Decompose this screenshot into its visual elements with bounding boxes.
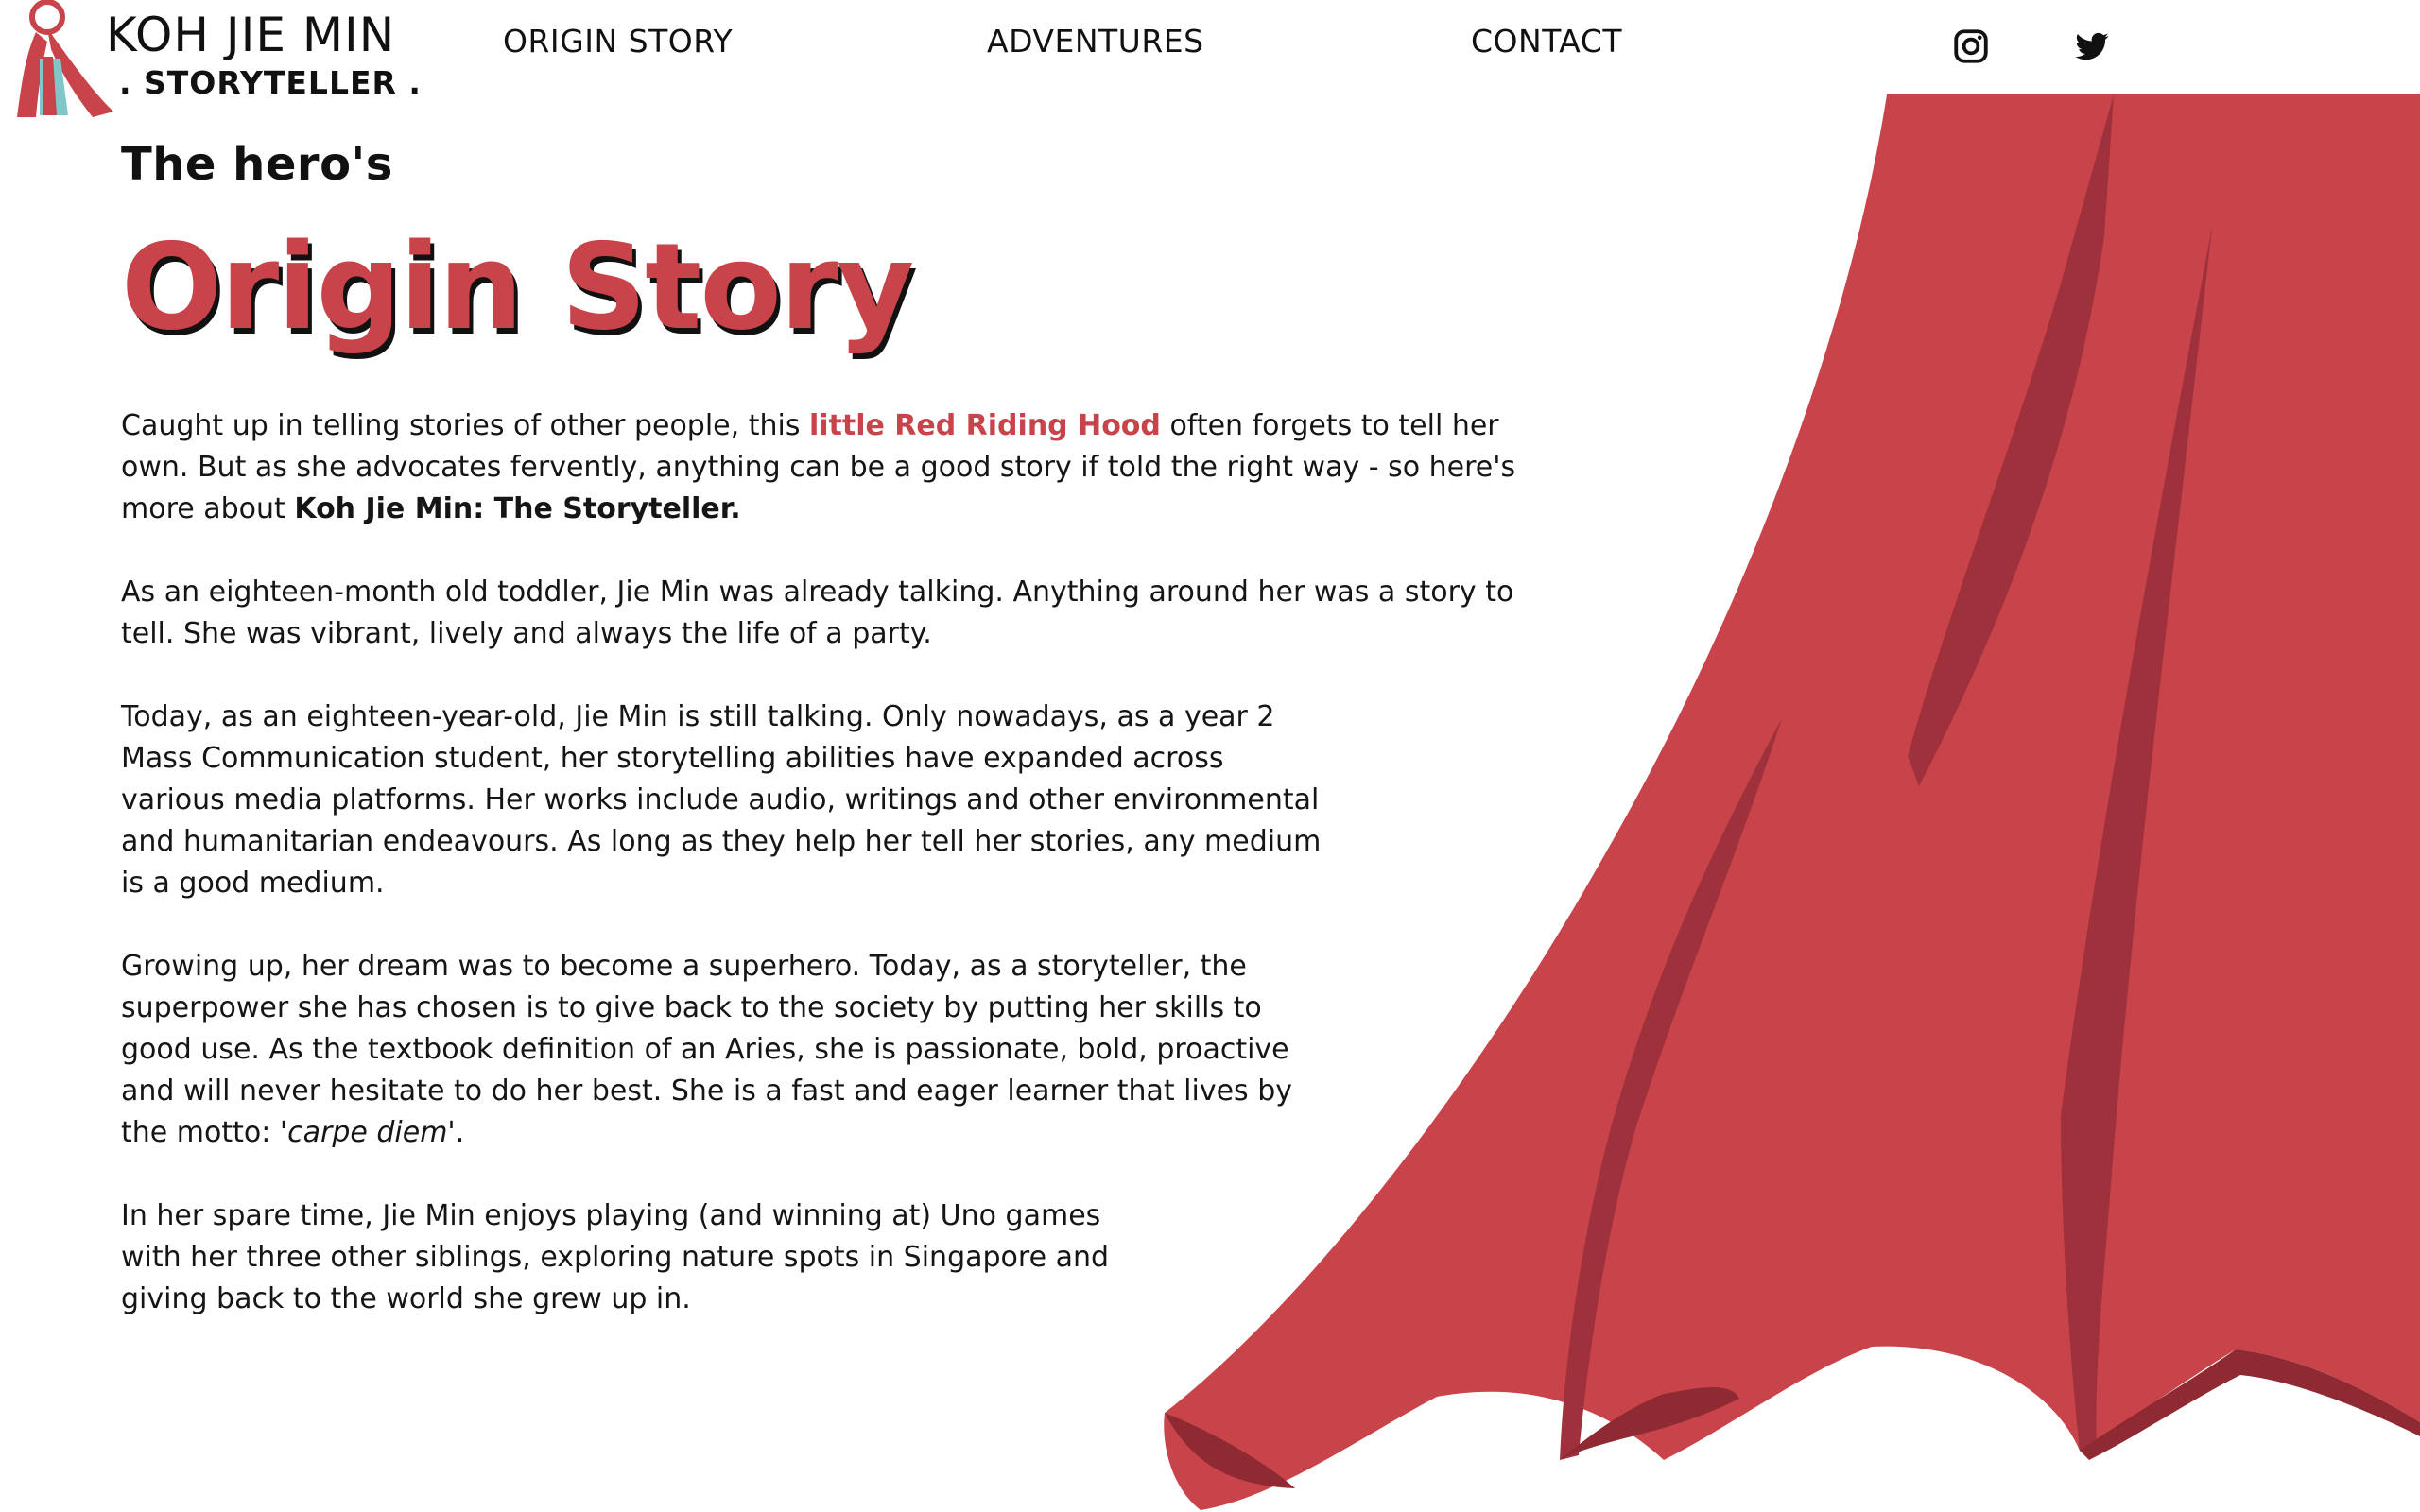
nav-adventures[interactable]: ADVENTURES [987,23,1204,60]
toddler-paragraph: As an eighteen-month old toddler, Jie Mi… [121,576,1514,651]
instagram-icon[interactable] [1951,26,1991,66]
intro-text-start: Caught up in telling stories of other pe… [121,409,809,443]
hero-kicker: The hero's [121,138,393,191]
spare-time-paragraph: In her spare time, Jie Min enjoys playin… [121,1199,1110,1316]
nav-contact[interactable]: CONTACT [1471,23,1622,60]
intro-text-strong: Koh Jie Min: The Storyteller. [294,492,741,526]
twitter-icon[interactable] [2072,26,2112,66]
superhero-paragraph: Growing up, her dream was to become a su… [121,946,1322,1154]
intro-paragraph: Caught up in telling stories of other pe… [121,405,1539,530]
main-content: The hero's Origin Story Caught up in tel… [121,138,1596,1320]
page-title: Origin Story [121,217,914,356]
motto-end: . [455,1116,465,1150]
main-nav: ORIGIN STORY ADVENTURES CONTACT [0,23,1702,70]
today-paragraph: Today, as an eighteen-year-old, Jie Min … [121,700,1322,901]
highlight-red-riding-hood: little Red Riding Hood [808,409,1161,443]
motto-text: 'carpe diem' [279,1116,456,1150]
nav-origin-story[interactable]: ORIGIN STORY [503,23,733,60]
page: KOH JIE MIN . STORYTELLER . ORIGIN STORY… [0,0,2420,1512]
